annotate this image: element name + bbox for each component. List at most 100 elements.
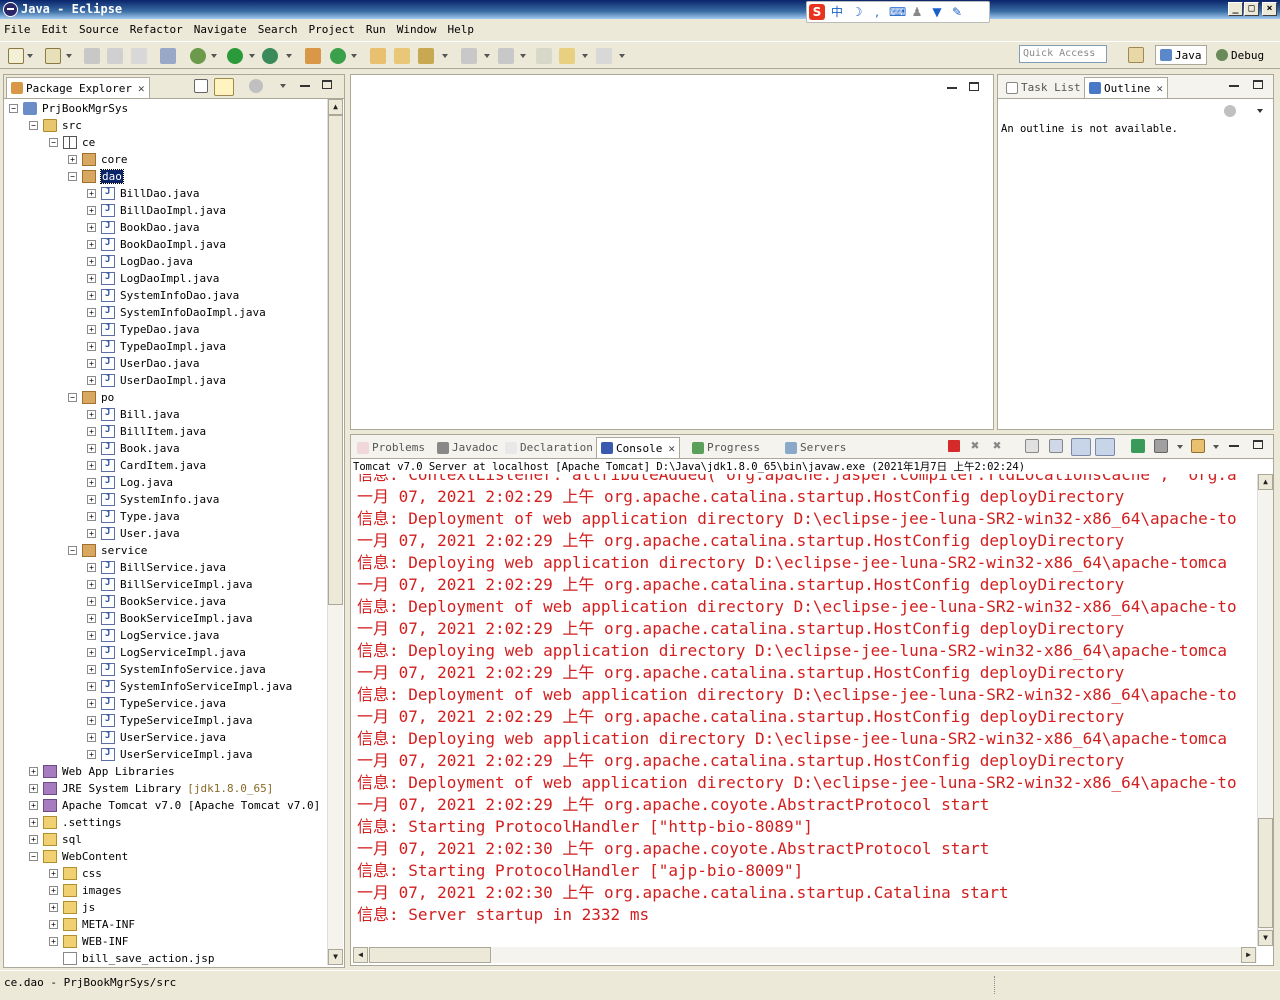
menu-refactor[interactable]: Refactor	[130, 23, 183, 36]
expand-icon[interactable]: +	[87, 682, 96, 691]
expand-icon[interactable]: +	[87, 563, 96, 572]
expand-icon[interactable]: +	[87, 529, 96, 538]
debug-dropdown-icon[interactable]	[211, 54, 217, 58]
tree-item[interactable]: + Type.java	[87, 508, 180, 525]
expand-icon[interactable]: +	[87, 733, 96, 742]
tree-item[interactable]: + TypeDaoImpl.java	[87, 338, 226, 355]
minimize-button[interactable]: _	[1228, 2, 1243, 16]
expand-icon[interactable]: +	[29, 801, 38, 810]
collapse-icon[interactable]: −	[49, 138, 58, 147]
new-project-dropdown-icon[interactable]	[66, 54, 72, 58]
clear-console-icon[interactable]	[1025, 439, 1039, 453]
expand-icon[interactable]: +	[87, 427, 96, 436]
expand-icon[interactable]: +	[87, 223, 96, 232]
outline-toolbar-icon[interactable]	[1224, 105, 1236, 117]
expand-icon[interactable]: +	[29, 784, 38, 793]
editor-area[interactable]	[350, 74, 994, 430]
view-menu-dots-icon[interactable]	[249, 79, 263, 93]
new-java-class-icon[interactable]	[330, 48, 346, 64]
menu-navigate[interactable]: Navigate	[194, 23, 247, 36]
perspective-java-button[interactable]: Java	[1155, 45, 1207, 65]
scroll-up-button[interactable]: ▲	[1258, 474, 1273, 490]
scroll-down-button[interactable]: ▼	[328, 949, 343, 965]
prev-annotation-icon[interactable]	[498, 48, 514, 64]
tree-item[interactable]: + META-INF	[49, 916, 135, 933]
next-annotation-dropdown-icon[interactable]	[484, 54, 490, 58]
perspective-debug-button[interactable]: Debug	[1212, 45, 1268, 65]
tree-item[interactable]: + LogDao.java	[87, 253, 193, 270]
scroll-left-button[interactable]: ◀	[353, 947, 368, 963]
minimize-view-icon[interactable]	[1229, 441, 1239, 447]
tree-item[interactable]: + TypeDao.java	[87, 321, 199, 338]
console-output[interactable]: 信息: ContextListener: attributeAdded('org…	[357, 474, 1257, 946]
expand-icon[interactable]: +	[87, 325, 96, 334]
maximize-view-icon[interactable]	[1253, 440, 1263, 449]
scroll-down-button[interactable]: ▼	[1258, 930, 1273, 946]
expand-icon[interactable]: +	[87, 631, 96, 640]
maximize-view-icon[interactable]	[322, 80, 332, 89]
run-server-dropdown-icon[interactable]	[286, 54, 292, 58]
tree-item[interactable]: − service	[68, 542, 147, 559]
forward-icon[interactable]	[596, 48, 612, 64]
tab-task-list[interactable]: Task List	[1002, 77, 1085, 98]
tree-item[interactable]: + JRE System Library [jdk1.8.0_65]	[29, 780, 273, 797]
maximize-view-icon[interactable]	[1253, 80, 1263, 89]
scroll-thumb[interactable]	[369, 947, 491, 963]
tree-item[interactable]: + TypeServiceImpl.java	[87, 712, 252, 729]
moon-icon[interactable]: ☽	[849, 4, 865, 20]
menu-search[interactable]: Search	[258, 23, 298, 36]
tree-item[interactable]: + WEB-INF	[49, 933, 128, 950]
run-dropdown-icon[interactable]	[249, 54, 255, 58]
back-icon[interactable]	[559, 48, 575, 64]
expand-icon[interactable]: +	[87, 716, 96, 725]
expand-icon[interactable]: +	[87, 291, 96, 300]
menu-window[interactable]: Window	[397, 23, 437, 36]
tree-item[interactable]: + CardItem.java	[87, 457, 206, 474]
tree-item[interactable]: + UserDao.java	[87, 355, 199, 372]
tree-item[interactable]: + SystemInfo.java	[87, 491, 219, 508]
save-all-icon[interactable]	[107, 48, 123, 64]
expand-icon[interactable]: +	[87, 699, 96, 708]
prev-annotation-dropdown-icon[interactable]	[520, 54, 526, 58]
display-console-dropdown-icon[interactable]	[1177, 445, 1183, 449]
word-wrap-icon[interactable]	[1071, 438, 1091, 456]
scroll-thumb[interactable]	[328, 115, 343, 605]
close-button[interactable]: ×	[1262, 2, 1277, 16]
expand-icon[interactable]: +	[87, 257, 96, 266]
expand-icon[interactable]: +	[87, 189, 96, 198]
maximize-editor-icon[interactable]	[969, 82, 979, 91]
tree-item[interactable]: + SystemInfoServiceImpl.java	[87, 678, 292, 695]
expand-icon[interactable]: +	[29, 767, 38, 776]
save-icon[interactable]	[84, 48, 100, 64]
expand-icon[interactable]: +	[49, 869, 58, 878]
tree-item[interactable]: + Apache Tomcat v7.0 [Apache Tomcat v7.0]	[29, 797, 320, 814]
collapse-icon[interactable]: −	[29, 121, 38, 130]
toggle-breakpoint-icon[interactable]	[160, 48, 176, 64]
tab-declaration[interactable]: Declaration	[501, 437, 597, 458]
show-console-on-output-icon[interactable]	[1095, 438, 1115, 456]
open-perspective-icon[interactable]	[1128, 47, 1144, 63]
expand-icon[interactable]: +	[87, 342, 96, 351]
menu-file[interactable]: File	[4, 23, 31, 36]
expand-icon[interactable]: +	[87, 580, 96, 589]
minimize-view-icon[interactable]	[1229, 81, 1239, 87]
expand-icon[interactable]: +	[49, 920, 58, 929]
tree-item[interactable]: + UserDaoImpl.java	[87, 372, 226, 389]
display-selected-console-icon[interactable]	[1154, 439, 1168, 453]
scroll-thumb[interactable]	[1258, 818, 1273, 928]
expand-icon[interactable]: +	[49, 886, 58, 895]
tree-item[interactable]: + UserService.java	[87, 729, 226, 746]
expand-icon[interactable]: +	[87, 665, 96, 674]
new-dropdown-icon[interactable]	[27, 54, 33, 58]
scroll-right-button[interactable]: ▶	[1241, 947, 1256, 963]
tab-progress[interactable]: Progress	[688, 437, 764, 458]
scroll-lock-icon[interactable]	[1049, 439, 1063, 453]
user-icon[interactable]: ♟	[909, 4, 925, 20]
tree-item[interactable]: bill_save_action.jsp	[49, 950, 214, 966]
tree-item[interactable]: + BillServiceImpl.java	[87, 576, 252, 593]
sogou-logo-icon[interactable]: S	[809, 4, 825, 20]
console-vertical-scrollbar[interactable]: ▲ ▼	[1257, 474, 1273, 946]
tree-item[interactable]: + sql	[29, 831, 82, 848]
new-class-dropdown-icon[interactable]	[351, 54, 357, 58]
close-tab-icon[interactable]: ✕	[138, 82, 145, 95]
